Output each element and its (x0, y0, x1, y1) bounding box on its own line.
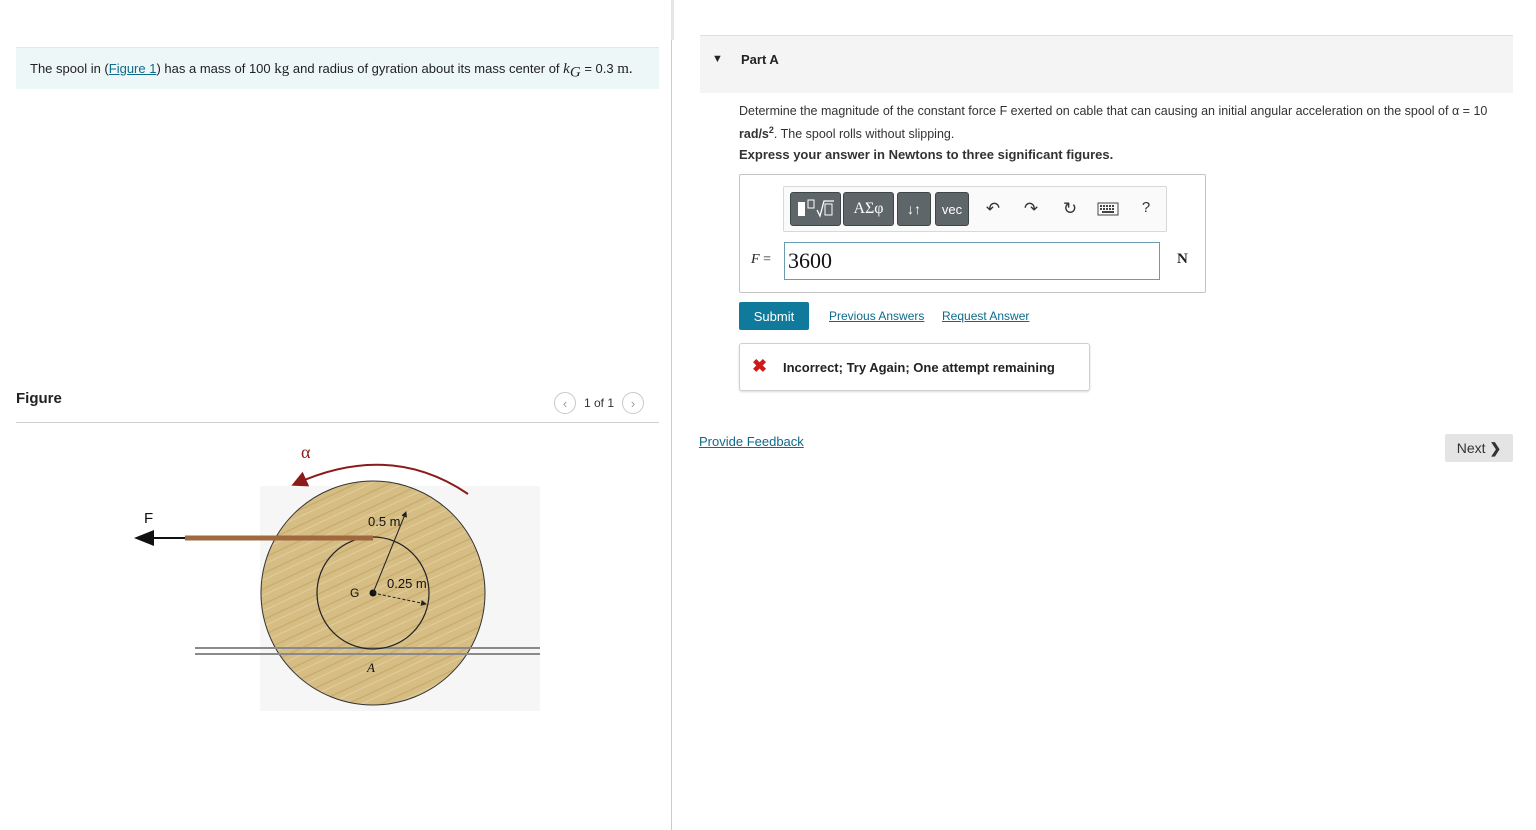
chevron-right-icon[interactable]: › (622, 392, 645, 414)
help-button[interactable]: ? (1134, 199, 1158, 216)
panel-divider-handle[interactable] (671, 0, 674, 40)
answer-equals: = (763, 252, 771, 267)
figure-link[interactable]: Figure 1 (109, 61, 157, 76)
force-label: F (144, 510, 153, 527)
panel-divider[interactable] (671, 0, 672, 830)
inner-radius-label: 0.25 m (387, 576, 427, 591)
answer-unit: N (1177, 251, 1188, 267)
next-button[interactable]: Next ❯ (1445, 434, 1513, 462)
part-a-header[interactable] (700, 35, 1513, 93)
k-value: = 0.3 (584, 61, 614, 76)
previous-answers-link[interactable]: Previous Answers (829, 309, 924, 323)
greek-symbols-button[interactable]: ΑΣφ (843, 192, 894, 226)
outer-radius-label: 0.5 m (368, 514, 401, 529)
collapse-caret-icon[interactable]: ▼ (712, 53, 723, 65)
next-label: Next (1456, 439, 1486, 456)
spool-figure: F α 0.5 m 0.25 m G A (134, 442, 540, 711)
question-text: Determine the magnitude of the constant … (739, 102, 1509, 144)
submit-button[interactable]: Submit (739, 302, 809, 330)
reset-icon[interactable]: ↻ (1058, 199, 1082, 219)
figure-divider (16, 422, 659, 423)
templates-button[interactable] (790, 192, 841, 226)
answer-instruction: Express your answer in Newtons to three … (739, 147, 1114, 162)
k-symbol: k (563, 61, 570, 77)
contact-point-label: A (366, 660, 375, 675)
problem-statement: The spool in (Figure 1) has a mass of 10… (16, 47, 659, 89)
question-pre: Determine the magnitude of the constant … (739, 104, 1470, 118)
feedback-message: Incorrect; Try Again; One attempt remain… (783, 360, 1055, 375)
pager-text: 1 of 1 (584, 396, 615, 410)
problem-text-middle: ) has a mass of 100 (156, 61, 271, 76)
answer-input[interactable] (784, 242, 1160, 280)
alpha-label: α (301, 442, 311, 462)
question-value: 10 (1473, 104, 1488, 118)
request-answer-link[interactable]: Request Answer (942, 309, 1029, 323)
center-label: G (350, 586, 359, 600)
vector-button[interactable]: vec (935, 192, 969, 226)
problem-text-prefix: The spool in ( (30, 61, 109, 76)
problem-text-middle2: and radius of gyration about its mass ce… (292, 61, 560, 76)
chevron-right-icon: ❯ (1489, 439, 1502, 456)
k-subscript: G (569, 64, 581, 81)
figure-pager: ‹ 1 of 1 › (554, 392, 645, 414)
templates-icon (797, 199, 834, 218)
subscript-superscript-button[interactable]: ↓↑ (897, 192, 931, 226)
provide-feedback-link[interactable]: Provide Feedback (699, 434, 804, 449)
radius-unit: m. (617, 61, 633, 77)
part-title[interactable]: Part A (741, 52, 779, 67)
redo-icon[interactable]: ↷ (1019, 199, 1043, 219)
question-post: . The spool rolls without slipping. (773, 127, 955, 142)
chevron-left-icon[interactable]: ‹ (554, 392, 576, 414)
mass-unit: kg (274, 61, 290, 77)
answer-variable: F (751, 252, 760, 267)
x-icon: ✖ (752, 356, 768, 376)
keyboard-icon[interactable] (1096, 201, 1120, 221)
question-unit: rad/s (739, 127, 769, 142)
figure-heading: Figure (16, 390, 62, 407)
answer-variable-label: F = (751, 252, 771, 268)
undo-icon[interactable]: ↶ (981, 199, 1005, 219)
